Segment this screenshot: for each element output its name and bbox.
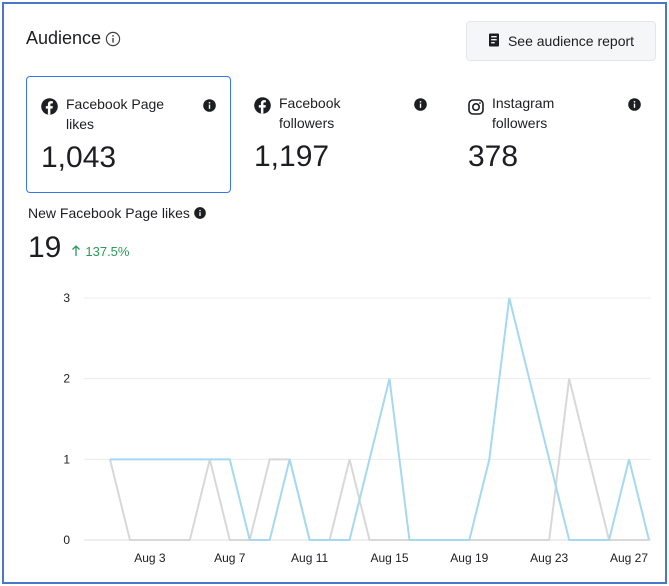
- x-tick-label: Aug 3: [134, 551, 166, 565]
- y-tick-label: 1: [63, 452, 70, 466]
- y-tick-label: 2: [63, 372, 70, 386]
- report-button-label: See audience report: [507, 33, 635, 49]
- metric-label: New Facebook Page likes: [28, 205, 190, 221]
- current-period-line[interactable]: [110, 297, 650, 541]
- card-label: Facebook Page likes: [66, 96, 165, 132]
- instagram-icon: [468, 99, 484, 120]
- x-tick-label: Aug 27: [610, 551, 648, 565]
- x-tick-label: Aug 15: [370, 551, 408, 565]
- info-icon[interactable]: [628, 98, 641, 116]
- card-value: 378: [468, 140, 519, 173]
- x-tick-label: Aug 7: [214, 551, 246, 565]
- info-icon[interactable]: [194, 207, 206, 219]
- report-book-icon: [488, 33, 500, 50]
- see-audience-report-button[interactable]: See audience report: [466, 21, 656, 61]
- metric-value-row: 19 137.5%: [28, 231, 129, 265]
- x-tick-label: Aug 19: [450, 551, 488, 565]
- metric-subheader: New Facebook Page likes: [28, 205, 206, 221]
- metric-card-facebook-followers[interactable]: Facebook followers 1,197: [240, 76, 445, 193]
- info-icon[interactable]: [203, 99, 216, 117]
- y-tick-label: 0: [63, 533, 70, 547]
- metric-value: 19: [28, 231, 62, 264]
- card-label: Facebook followers: [279, 95, 341, 131]
- card-label: Instagram followers: [492, 95, 555, 131]
- arrow-up-icon: [71, 245, 81, 257]
- metric-card-facebook-page-likes[interactable]: Facebook Page likes 1,043: [26, 76, 231, 193]
- card-value: 1,043: [41, 141, 117, 174]
- metric-change: 137.5%: [71, 244, 129, 259]
- facebook-icon: [41, 98, 58, 120]
- page-likes-line-chart: 0 1 2 3 Aug 3 Aug 7 Aug 11 Aug 15 Aug 19 Aug 23 Au…: [63, 291, 651, 565]
- audience-panel: Audience See audience report Facebook Pa…: [2, 2, 667, 584]
- x-tick-label: Aug 23: [530, 551, 568, 565]
- facebook-icon: [254, 97, 271, 119]
- metric-change-value: 137.5%: [85, 243, 130, 259]
- panel-title: Audience: [26, 28, 102, 48]
- metric-card-instagram-followers[interactable]: Instagram followers 378: [454, 76, 659, 193]
- x-tick-label: Aug 11: [291, 551, 328, 565]
- panel-header: Audience: [26, 28, 121, 49]
- card-value: 1,197: [254, 140, 330, 173]
- info-icon[interactable]: [414, 98, 427, 116]
- y-tick-label: 3: [63, 291, 70, 305]
- info-outline-icon[interactable]: [105, 31, 121, 47]
